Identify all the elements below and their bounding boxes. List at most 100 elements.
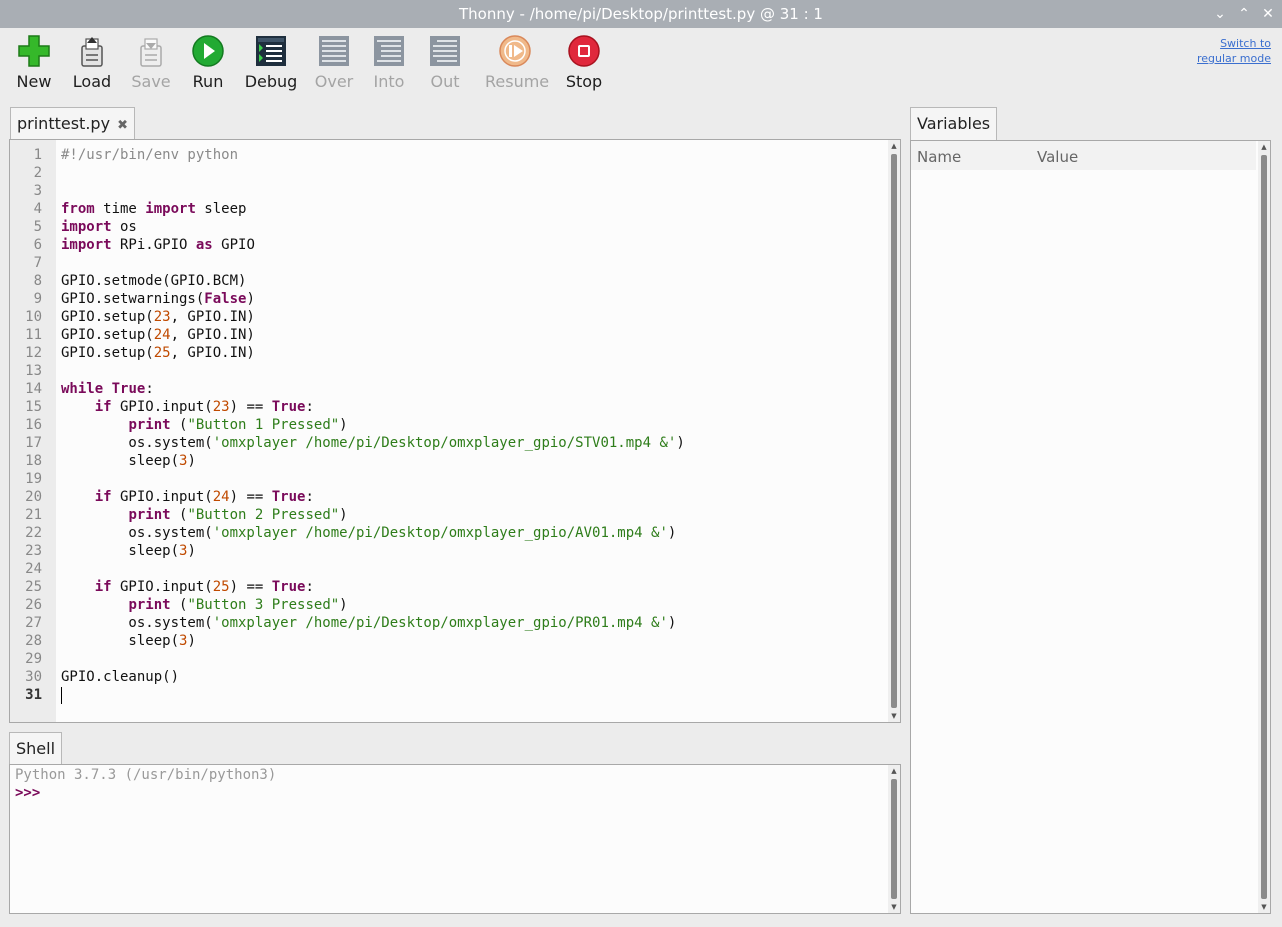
code-line[interactable]: if GPIO.input(24) == True: [61, 489, 314, 505]
code-line[interactable]: sleep(3) [61, 453, 195, 469]
code-line[interactable]: GPIO.setup(24, GPIO.IN) [61, 327, 255, 343]
code-token: 25 [153, 345, 171, 361]
resume-icon [499, 35, 531, 67]
resume-button[interactable]: Resume [485, 34, 549, 91]
shell-scrollbar-thumb[interactable] [891, 779, 897, 899]
code-line[interactable]: os.system('omxplayer /home/pi/Desktop/om… [61, 435, 684, 451]
code-line[interactable]: import os [61, 219, 137, 235]
code-token: if [94, 399, 112, 415]
code-token: os.system( [61, 435, 213, 451]
code-line[interactable]: if GPIO.input(23) == True: [61, 399, 314, 415]
title-bar: Thonny - /home/pi/Desktop/printtest.py @… [0, 0, 1282, 28]
code-token: ) == [229, 489, 272, 505]
shell-banner: Python 3.7.3 (/usr/bin/python3) [15, 767, 277, 783]
close-window-button[interactable]: ✕ [1258, 4, 1278, 24]
step-out-icon [430, 36, 460, 66]
run-button[interactable]: Run [178, 34, 238, 91]
column-value-header[interactable]: Value [1037, 148, 1078, 166]
code-line[interactable]: os.system('omxplayer /home/pi/Desktop/om… [61, 525, 676, 541]
column-name-header[interactable]: Name [917, 148, 961, 166]
save-label: Save [131, 72, 171, 91]
code-token: : [145, 381, 154, 397]
run-label: Run [192, 72, 224, 91]
shell-panel[interactable]: Python 3.7.3 (/usr/bin/python3) >>> ▲ ▼ [9, 764, 901, 914]
new-button[interactable]: New [4, 34, 64, 91]
code-editor[interactable]: 1 2 3 4 5 6 7 8 9 10 11 12 13 14 15 16 17 18 19 20 21 22 23 24 2… [9, 139, 901, 723]
debug-icon [256, 36, 286, 66]
scrollbar-thumb[interactable] [891, 154, 897, 708]
code-token: sleep [195, 201, 247, 217]
tab-close-icon[interactable]: ✖ [117, 118, 128, 133]
load-button[interactable]: Load [62, 34, 122, 91]
shell-scroll-up-arrow[interactable]: ▲ [888, 766, 900, 776]
code-line[interactable]: import RPi.GPIO as GPIO [61, 237, 255, 253]
code-token: , GPIO.IN) [170, 327, 255, 343]
code-line[interactable]: GPIO.setup(25, GPIO.IN) [61, 345, 255, 361]
vars-scroll-down-arrow[interactable]: ▼ [1258, 902, 1270, 912]
code-token: : [305, 489, 314, 505]
variables-scrollbar[interactable]: ▲ ▼ [1258, 141, 1270, 913]
vars-scrollbar-thumb[interactable] [1261, 155, 1267, 899]
code-token: , GPIO.IN) [170, 309, 255, 325]
save-file-icon [140, 38, 162, 67]
code-token: RPi.GPIO [111, 237, 196, 253]
editor-scrollbar[interactable]: ▲ ▼ [888, 140, 900, 722]
code-line[interactable]: from time import sleep [61, 201, 246, 217]
variables-panel[interactable]: Name Value ▲ ▼ [910, 140, 1271, 914]
line-number: 5 [33, 219, 42, 235]
tab-printtest[interactable]: printtest.py ✖ [10, 107, 136, 139]
code-token: ) [246, 291, 255, 307]
code-line[interactable]: print ("Button 3 Pressed") [61, 597, 348, 613]
text-cursor [61, 687, 62, 704]
code-line[interactable]: GPIO.setmode(GPIO.BCM) [61, 273, 246, 289]
code-line[interactable]: print ("Button 2 Pressed") [61, 507, 347, 523]
save-button[interactable]: Save [121, 34, 181, 91]
load-file-icon [81, 37, 103, 67]
code-line[interactable]: os.system('omxplayer /home/pi/Desktop/om… [61, 615, 676, 631]
code-line[interactable]: while True: [61, 381, 154, 397]
scroll-down-arrow[interactable]: ▼ [888, 711, 900, 721]
code-token: print [128, 597, 171, 613]
line-number: 26 [25, 597, 42, 613]
code-line[interactable]: GPIO.cleanup() [61, 669, 179, 685]
code-token: import [145, 201, 196, 217]
new-label: New [16, 72, 52, 91]
line-number: 20 [25, 489, 42, 505]
code-token: GPIO.setup( [61, 345, 154, 361]
line-number: 29 [25, 651, 42, 667]
shell-tab-label: Shell [16, 739, 56, 758]
code-line[interactable]: if GPIO.input(25) == True: [61, 579, 314, 595]
tab-variables[interactable]: Variables [910, 107, 998, 140]
code-line[interactable]: sleep(3) [61, 543, 195, 559]
shell-prompt[interactable]: >>> [15, 785, 40, 801]
step-over-label: Over [314, 72, 354, 91]
tab-shell[interactable]: Shell [9, 732, 63, 764]
code-line[interactable]: GPIO.setup(23, GPIO.IN) [61, 309, 255, 325]
code-line[interactable]: GPIO.setwarnings(False) [61, 291, 255, 307]
minimize-button[interactable]: ⌄ [1210, 4, 1230, 24]
code-token: ) [339, 597, 348, 613]
code-token: sleep( [61, 453, 180, 469]
step-out-button[interactable]: Out [415, 34, 475, 91]
shell-scrollbar[interactable]: ▲ ▼ [888, 765, 900, 913]
debug-label: Debug [244, 72, 298, 91]
code-token: , GPIO.IN) [170, 345, 255, 361]
maximize-button[interactable]: ⌃ [1234, 4, 1254, 24]
editor-tab-label: printtest.py [17, 114, 111, 133]
switch-mode-link[interactable]: Switch to regular mode [1197, 36, 1271, 66]
vars-scroll-up-arrow[interactable]: ▲ [1258, 142, 1270, 152]
line-number: 22 [25, 525, 42, 541]
code-token: if [94, 489, 112, 505]
code-line[interactable]: #!/usr/bin/env python [61, 147, 238, 163]
step-into-button[interactable]: Into [359, 34, 419, 91]
line-number: 24 [25, 561, 42, 577]
scroll-up-arrow[interactable]: ▲ [888, 141, 900, 151]
code-line[interactable]: print ("Button 1 Pressed") [61, 417, 347, 433]
step-over-button[interactable]: Over [304, 34, 364, 91]
stop-button[interactable]: Stop [554, 34, 614, 91]
code-token: : [305, 579, 314, 595]
debug-button[interactable]: Debug [241, 34, 301, 91]
code-line[interactable]: sleep(3) [61, 633, 195, 649]
shell-scroll-down-arrow[interactable]: ▼ [888, 902, 900, 912]
